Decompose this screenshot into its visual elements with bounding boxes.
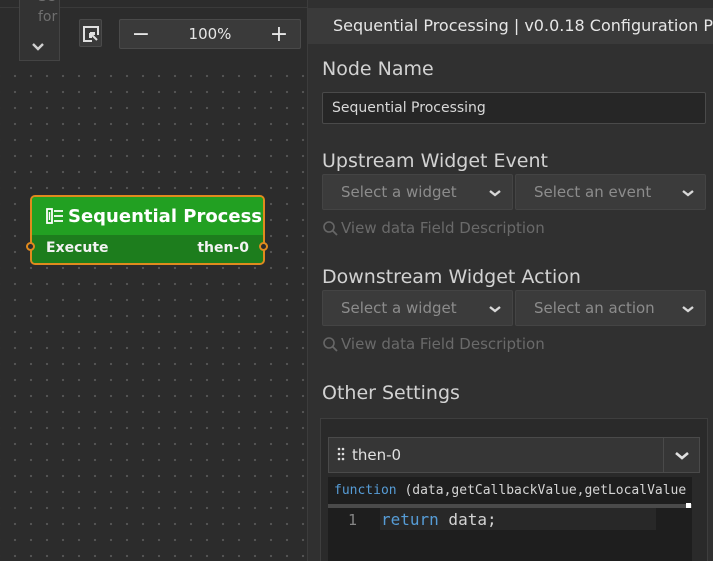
code-editor[interactable]: function (data,getCallbackValue,getLocal… [328, 477, 692, 561]
function-header[interactable]: then-0 [328, 437, 700, 473]
search-icon [323, 336, 338, 352]
chevron-down-icon [675, 452, 689, 460]
drag-handle-icon[interactable] [337, 447, 345, 461]
other-settings-title: Other Settings [322, 382, 460, 404]
upstream-widget-select[interactable]: Select a widget [322, 174, 513, 210]
function-label: then-0 [352, 446, 402, 464]
input-port-handle[interactable] [26, 242, 35, 251]
code-line-1: return data; [381, 510, 497, 529]
line-number: 1 [348, 511, 358, 529]
chevron-down-icon [489, 190, 501, 197]
input-port-label: Execute [46, 240, 109, 256]
chevron-down-icon [682, 306, 694, 313]
node-type-dropdown[interactable]: Se for [19, 0, 60, 61]
downstream-action-select[interactable]: Select an action [515, 290, 706, 326]
zoom-in-button[interactable]: + [258, 20, 300, 48]
sequential-processing-node[interactable]: Sequential Processing Execute then-0 [30, 195, 265, 265]
upstream-field-description-link[interactable]: View data Field Description [322, 219, 545, 237]
output-port-label: then-0 [197, 240, 249, 256]
editor-resize-handle[interactable] [686, 503, 691, 508]
function-signature: function (data,getCallbackValue,getLocal… [334, 483, 686, 498]
upstream-event-select[interactable]: Select an event [515, 174, 706, 210]
node-name-title: Node Name [322, 58, 434, 80]
function-collapse-button[interactable] [663, 438, 699, 472]
sequence-list-icon [46, 208, 63, 224]
code-keyword: return [381, 510, 439, 529]
zoom-out-button[interactable]: − [120, 20, 162, 48]
downstream-widget-select[interactable]: Select a widget [322, 290, 513, 326]
node-header: Sequential Processing [32, 197, 263, 235]
node-type-label-line1: Se [38, 0, 56, 5]
downstream-title: Downstream Widget Action [322, 266, 581, 288]
fit-view-icon [83, 26, 100, 43]
fit-view-button[interactable] [79, 19, 102, 47]
upstream-hint-label: View data Field Description [341, 219, 545, 237]
downstream-action-placeholder: Select an action [534, 299, 655, 317]
node-type-label-line2: for [38, 9, 58, 25]
node-ports: Execute then-0 [32, 235, 263, 263]
other-settings-box: then-0 function (data,getCallbackValue,g… [320, 418, 708, 561]
zoom-control: − 100% + [119, 19, 301, 49]
downstream-field-description-link[interactable]: View data Field Description [322, 335, 545, 353]
upstream-title: Upstream Widget Event [322, 150, 548, 172]
node-name-input[interactable]: Sequential Processing [322, 92, 706, 124]
configuration-panel: Sequential Processing | v0.0.18 Configur… [307, 0, 713, 561]
node-title: Sequential Processing [68, 205, 263, 227]
chevron-down-icon [489, 306, 501, 313]
signature-params: (data,getCallbackValue,getLocalValue [404, 483, 687, 498]
zoom-level: 100% [188, 25, 232, 43]
signature-keyword: function [334, 483, 397, 498]
search-icon [323, 220, 338, 236]
panel-title: Sequential Processing | v0.0.18 Configur… [308, 8, 713, 44]
upstream-widget-placeholder: Select a widget [341, 183, 457, 201]
chevron-down-icon [682, 190, 694, 197]
chevron-down-icon [32, 43, 44, 51]
downstream-widget-placeholder: Select a widget [341, 299, 457, 317]
upstream-event-placeholder: Select an event [534, 183, 652, 201]
downstream-hint-label: View data Field Description [341, 335, 545, 353]
code-text: data; [438, 510, 497, 529]
output-port-handle[interactable] [259, 242, 268, 251]
flow-canvas[interactable]: Se for − 100% + Sequential Processing Ex [0, 0, 307, 561]
